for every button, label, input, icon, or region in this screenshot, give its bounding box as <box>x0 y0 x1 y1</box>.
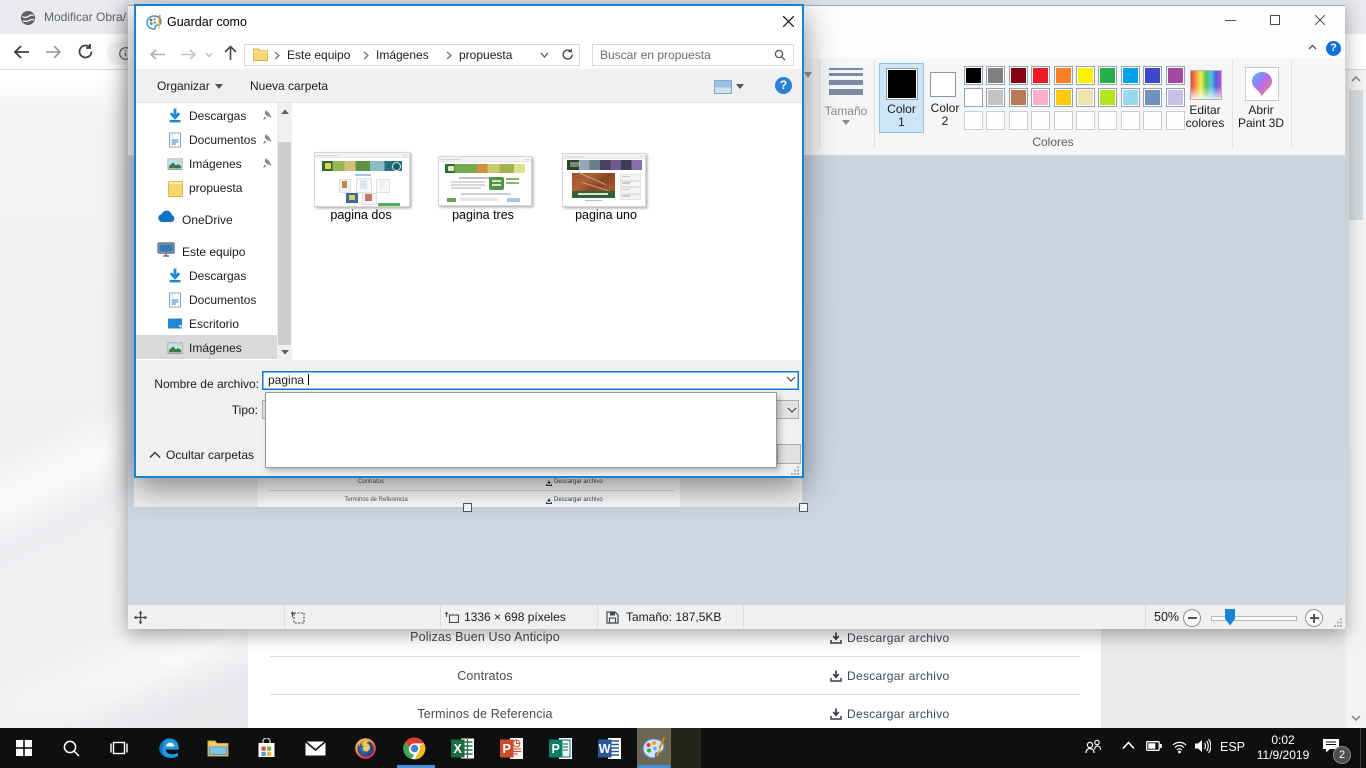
svg-text:P: P <box>552 742 560 756</box>
svg-text:W: W <box>599 742 611 756</box>
svg-text:X: X <box>454 742 463 756</box>
svg-text:P: P <box>503 742 511 756</box>
